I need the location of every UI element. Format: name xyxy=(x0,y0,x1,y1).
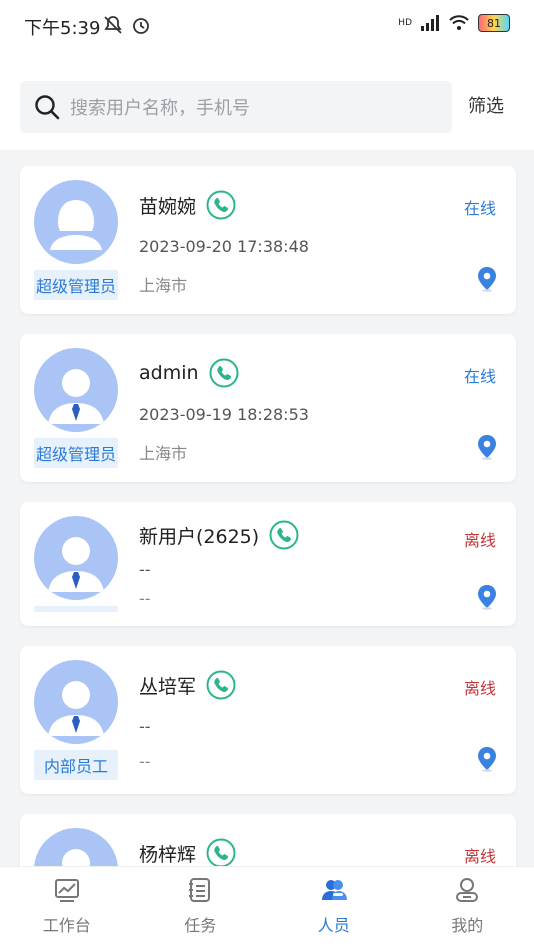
role-tag: 内部员工 xyxy=(34,750,118,780)
user-list: 超级管理员 苗婉婉 在线 2023-09-20 17:38:48 上海市 超级管… xyxy=(20,166,516,950)
alarm-icon xyxy=(133,18,149,34)
male-avatar-icon xyxy=(48,681,104,736)
battery-indicator: 81 xyxy=(478,14,510,32)
location-pin-icon[interactable] xyxy=(476,266,498,292)
last-login-time: -- xyxy=(139,717,151,736)
search-icon xyxy=(35,95,60,120)
tab-label: 工作台 xyxy=(42,916,91,935)
user-name: 杨梓辉 xyxy=(139,843,197,866)
tab-profile[interactable]: 我的 xyxy=(401,867,534,950)
filter-button[interactable]: 筛选 xyxy=(468,92,504,118)
status-online: 在线 xyxy=(463,367,496,386)
location-pin-icon[interactable] xyxy=(476,584,498,610)
wifi-icon xyxy=(449,15,469,30)
avatar-male xyxy=(34,516,118,600)
status-offline: 离线 xyxy=(463,847,496,866)
male-avatar-icon xyxy=(48,369,104,424)
tab-people[interactable]: 人员 xyxy=(267,867,401,950)
phone-icon[interactable] xyxy=(206,670,236,700)
chart-icon xyxy=(54,879,79,902)
battery-level: 81 xyxy=(487,16,501,30)
status-offline: 离线 xyxy=(463,679,496,698)
status-time: 下午5:39 xyxy=(24,18,101,39)
avatar-female xyxy=(34,180,118,264)
role-tag xyxy=(34,606,118,612)
status-icons-left xyxy=(102,14,152,36)
hd-signal-icon: HD xyxy=(398,18,412,28)
avatar-male xyxy=(34,660,118,744)
tasks-icon xyxy=(189,878,211,902)
user-city: -- xyxy=(139,589,151,608)
location-pin-icon[interactable] xyxy=(476,434,498,460)
name-row: 新用户(2625) xyxy=(139,520,299,550)
name-row: admin xyxy=(139,358,239,388)
location-pin-icon[interactable] xyxy=(476,746,498,772)
tab-workbench[interactable]: 工作台 xyxy=(0,867,134,950)
user-card[interactable]: 超级管理员 苗婉婉 在线 2023-09-20 17:38:48 上海市 xyxy=(20,166,516,314)
user-city: -- xyxy=(139,752,151,771)
status-icons-right: HD 81 xyxy=(398,14,510,32)
profile-icon xyxy=(456,878,479,902)
avatar-male xyxy=(34,348,118,432)
signal-icon xyxy=(421,15,439,31)
user-name: 苗婉婉 xyxy=(139,195,197,218)
header: 搜索用户名称，手机号 筛选 xyxy=(0,52,534,150)
name-row: 杨梓辉 xyxy=(139,838,236,868)
name-row: 苗婉婉 xyxy=(139,190,236,220)
search-input[interactable]: 搜索用户名称，手机号 xyxy=(20,81,452,133)
user-city: 上海市 xyxy=(139,444,188,463)
role-tag: 超级管理员 xyxy=(34,438,118,468)
female-avatar-icon xyxy=(50,200,102,250)
tab-label: 任务 xyxy=(184,916,217,935)
user-card[interactable]: 新用户(2625) 离线 -- -- xyxy=(20,502,516,626)
role-tag: 超级管理员 xyxy=(34,270,118,300)
user-name: 新用户(2625) xyxy=(139,525,260,548)
status-bar: 下午5:39 HD 81 xyxy=(0,0,534,52)
phone-icon[interactable] xyxy=(206,838,236,868)
tab-label: 我的 xyxy=(451,916,484,935)
last-login-time: -- xyxy=(139,560,151,579)
user-card[interactable]: 内部员工 丛培军 离线 -- -- xyxy=(20,646,516,794)
search-placeholder: 搜索用户名称，手机号 xyxy=(70,98,250,119)
phone-icon[interactable] xyxy=(269,520,299,550)
phone-icon[interactable] xyxy=(209,358,239,388)
name-row: 丛培军 xyxy=(139,670,236,700)
tab-tasks[interactable]: 任务 xyxy=(134,867,268,950)
user-card[interactable]: 超级管理员 admin 在线 2023-09-19 18:28:53 上海市 xyxy=(20,334,516,482)
male-avatar-icon xyxy=(48,537,104,592)
people-icon xyxy=(321,880,347,900)
status-online: 在线 xyxy=(463,199,496,218)
last-login-time: 2023-09-20 17:38:48 xyxy=(139,237,309,256)
user-city: 上海市 xyxy=(139,276,188,295)
phone-icon[interactable] xyxy=(206,190,236,220)
bottom-tab-bar: 工作台 任务 人员 我的 xyxy=(0,866,534,950)
tab-label: 人员 xyxy=(317,916,350,935)
user-name: admin xyxy=(139,362,199,384)
mute-icon xyxy=(104,16,122,34)
user-name: 丛培军 xyxy=(139,675,197,698)
last-login-time: 2023-09-19 18:28:53 xyxy=(139,405,309,424)
status-offline: 离线 xyxy=(463,531,496,550)
